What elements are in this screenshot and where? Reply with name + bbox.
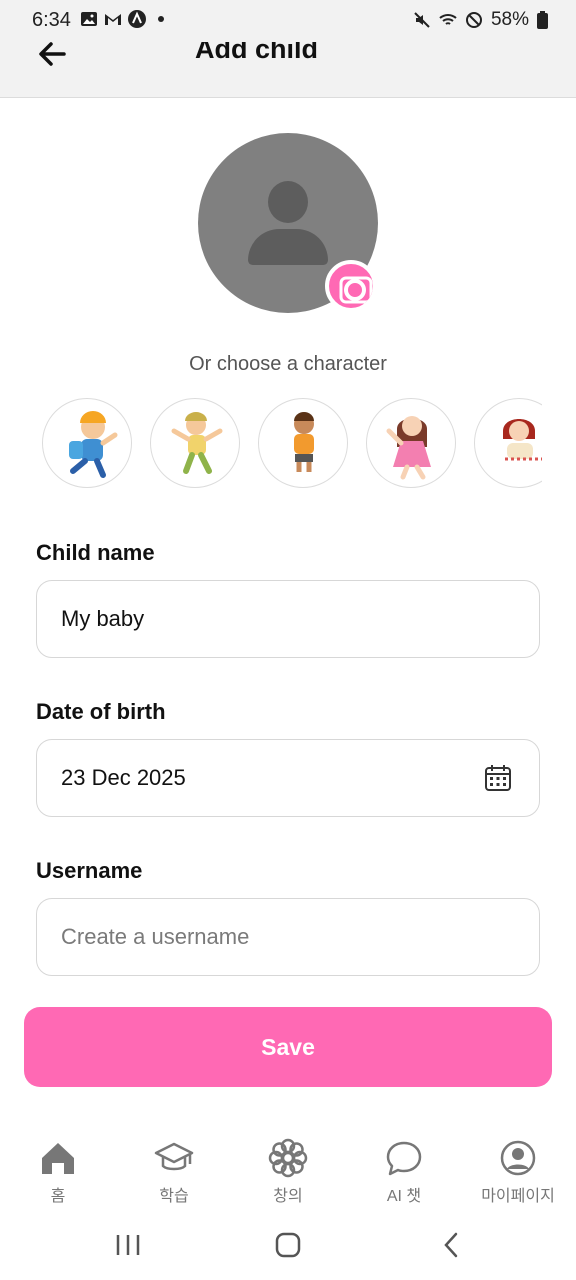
girl-red-hair-illustration xyxy=(503,419,542,461)
page-title: Add child xyxy=(195,42,318,64)
nav-item-ai-chat[interactable]: AI 챗 xyxy=(346,1130,462,1210)
username-input[interactable] xyxy=(61,919,501,955)
notification-icons xyxy=(80,10,170,28)
mute-icon xyxy=(414,12,430,28)
boy-orange-shirt-illustration xyxy=(294,412,314,472)
gmail-icon xyxy=(105,14,121,25)
nav-label-home: 홈 xyxy=(50,1188,66,1205)
avatar-head-shape xyxy=(268,181,308,223)
nav-label-ai-chat: AI 챗 xyxy=(386,1188,422,1205)
app-header: Add child xyxy=(0,42,576,98)
wifi-icon xyxy=(439,14,457,25)
date-of-birth-field[interactable]: 23 Dec 2025 xyxy=(36,739,540,817)
character-list xyxy=(42,398,542,490)
child-name-value: My baby xyxy=(61,606,145,631)
avatar-body-shape xyxy=(248,229,328,265)
back-arrow-icon[interactable] xyxy=(34,42,74,74)
nav-item-my-page[interactable]: 마이페이지 xyxy=(460,1130,576,1210)
home-button-icon[interactable] xyxy=(268,1229,308,1261)
dot-icon xyxy=(158,16,164,22)
flower-icon xyxy=(268,1138,308,1178)
date-of-birth-label: Date of birth xyxy=(36,699,166,724)
calendar-icon[interactable] xyxy=(483,763,513,793)
recent-apps-icon[interactable] xyxy=(108,1229,148,1261)
camera-icon xyxy=(339,276,373,304)
character-boy-orange-shirt[interactable] xyxy=(258,398,348,488)
nav-label-learning: 학습 xyxy=(159,1188,189,1205)
character-boy-yellow-hat[interactable] xyxy=(150,398,240,488)
status-right: 58% xyxy=(413,9,548,31)
gallery-icon xyxy=(81,12,97,26)
bottom-navigation: 홈 학습 창의 AI 챗 마이페이지 xyxy=(0,1130,576,1215)
battery-percent: 58% xyxy=(490,9,529,30)
child-name-field[interactable]: My baby xyxy=(36,580,540,658)
nav-label-my-page: 마이페이지 xyxy=(481,1188,555,1205)
nav-item-creative[interactable]: 창의 xyxy=(230,1130,346,1210)
username-field[interactable] xyxy=(36,898,540,976)
boy-blue-cap-illustration xyxy=(69,411,118,478)
username-label: Username xyxy=(36,858,143,883)
girl-pink-dress-illustration xyxy=(386,416,431,480)
app-a-icon xyxy=(128,10,146,28)
save-button[interactable]: Save xyxy=(24,1007,552,1087)
graduation-cap-icon xyxy=(154,1142,194,1171)
character-girl-red-hair[interactable] xyxy=(474,398,542,488)
nav-item-learning[interactable]: 학습 xyxy=(116,1130,232,1210)
date-of-birth-value: 23 Dec 2025 xyxy=(61,765,186,790)
system-back-icon[interactable] xyxy=(430,1229,470,1261)
battery-icon xyxy=(537,11,548,29)
boy-yellow-hat-illustration xyxy=(171,412,223,474)
chat-bubble-icon xyxy=(386,1141,422,1176)
camera-button[interactable] xyxy=(325,260,377,312)
system-navigation-bar xyxy=(0,1215,576,1280)
status-bar: 6:34 58% xyxy=(0,0,576,42)
choose-character-label: Or choose a character xyxy=(189,353,387,375)
nav-label-creative: 창의 xyxy=(273,1188,303,1205)
character-girl-pink-dress[interactable] xyxy=(366,398,456,488)
status-time: 6:34 xyxy=(32,9,71,31)
profile-icon xyxy=(500,1140,536,1176)
do-not-disturb-icon xyxy=(465,12,482,28)
home-icon xyxy=(42,1143,74,1174)
nav-item-home[interactable]: 홈 xyxy=(0,1130,116,1210)
character-boy-blue-cap[interactable] xyxy=(42,398,132,488)
child-name-label: Child name xyxy=(36,540,155,565)
